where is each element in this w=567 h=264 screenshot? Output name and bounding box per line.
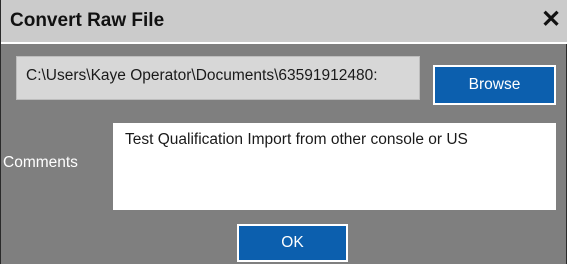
- dialog-titlebar: Convert Raw File ✕: [1, 0, 567, 44]
- dialog-title: Convert Raw File: [10, 10, 165, 31]
- comments-label: Comments: [3, 154, 78, 171]
- convert-raw-file-dialog: Convert Raw File ✕ C:\Users\Kaye Operato…: [0, 0, 567, 264]
- close-icon[interactable]: ✕: [538, 5, 564, 35]
- browse-button[interactable]: Browse: [433, 65, 556, 105]
- file-path-field[interactable]: C:\Users\Kaye Operator\Documents\6359191…: [16, 56, 420, 100]
- ok-button[interactable]: OK: [237, 224, 348, 262]
- comments-textarea[interactable]: Test Qualification Import from other con…: [113, 123, 556, 210]
